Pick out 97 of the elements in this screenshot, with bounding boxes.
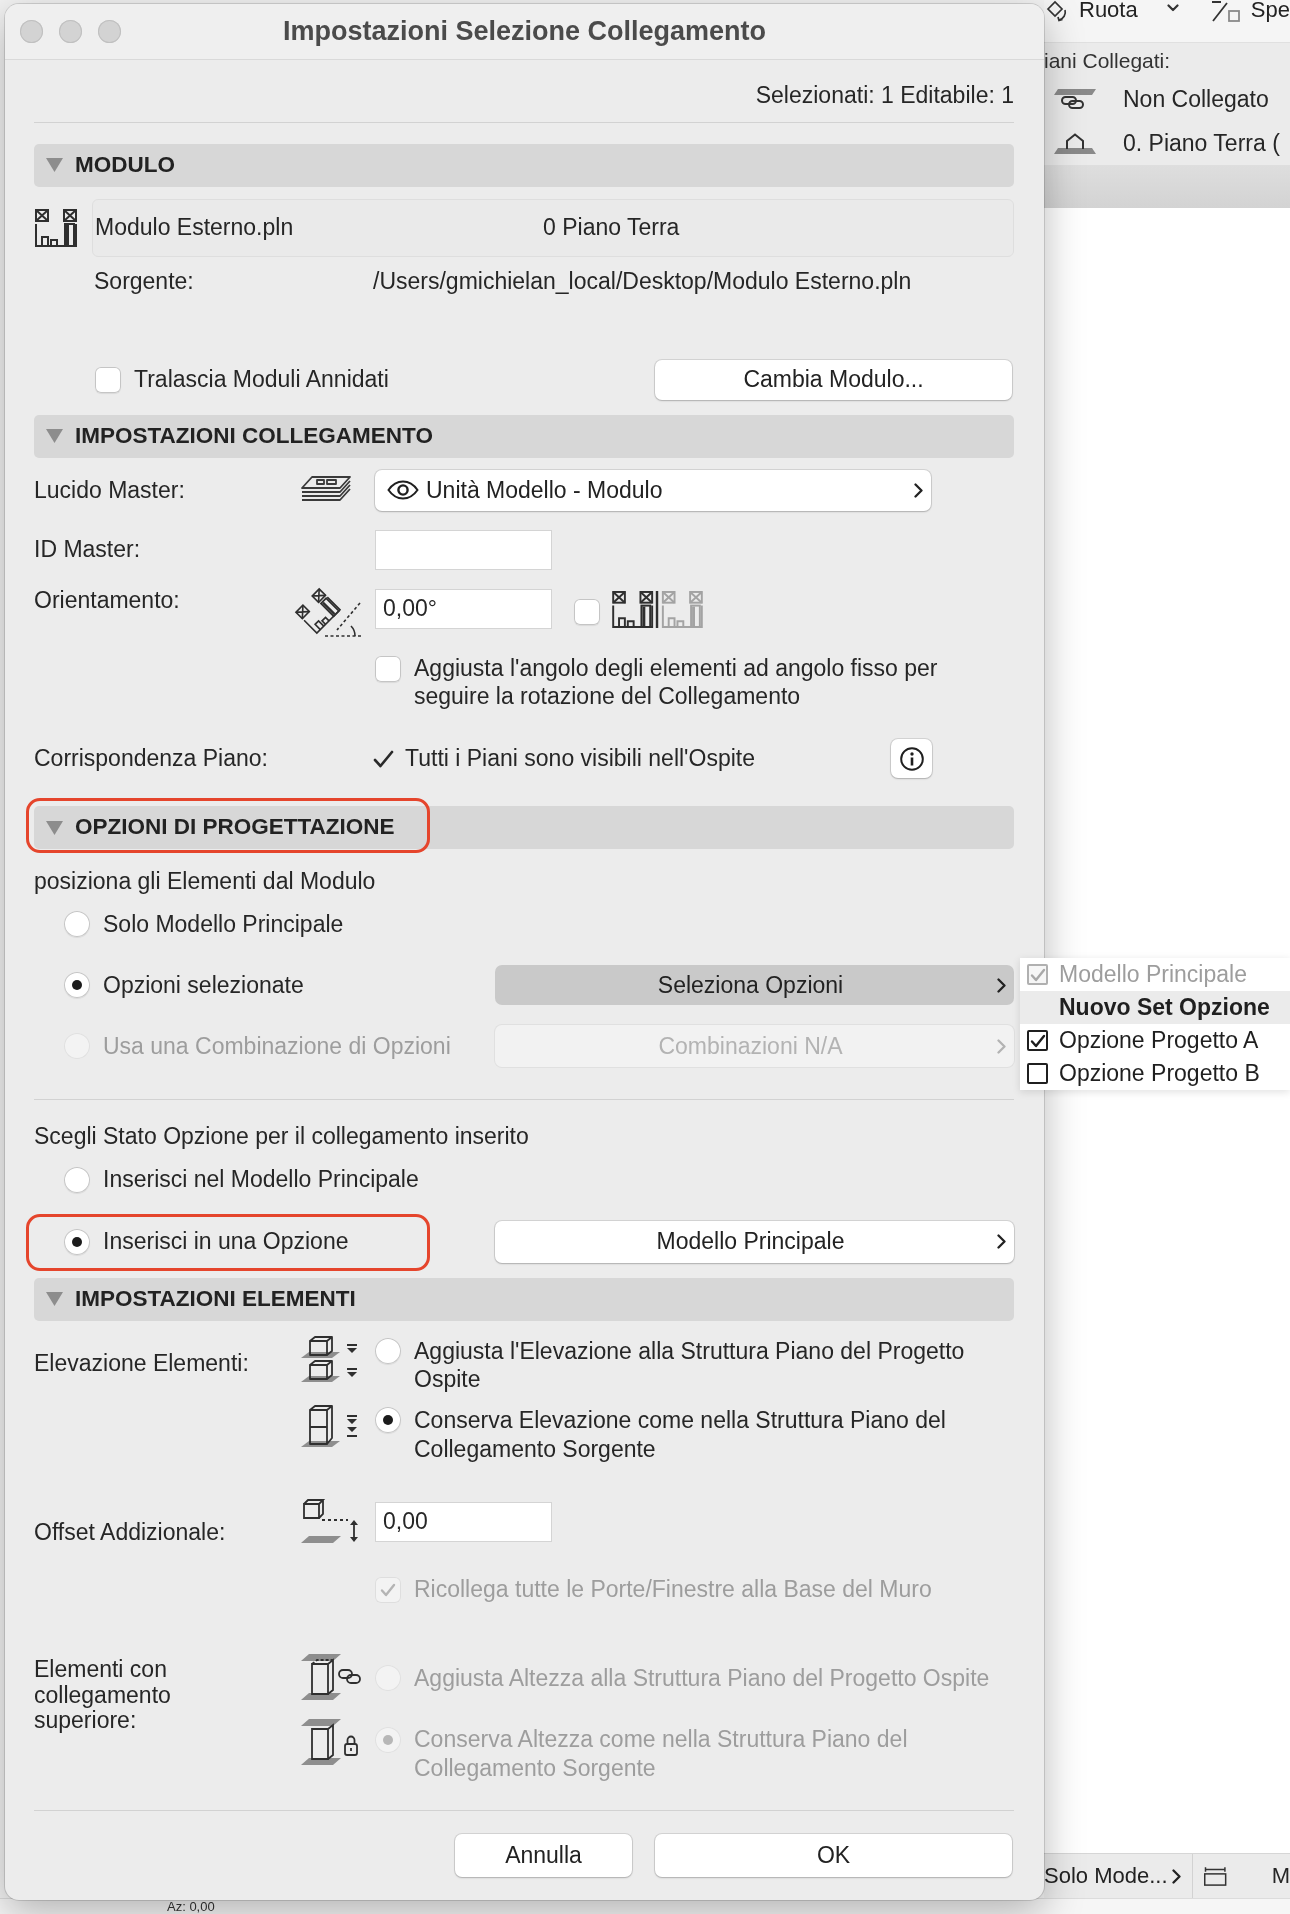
split-button[interactable]: Spe bbox=[1210, 0, 1290, 22]
section-header[interactable]: IMPOSTAZIONI ELEMENTI bbox=[34, 1277, 1014, 1321]
radio-button[interactable] bbox=[64, 1228, 90, 1255]
story-item[interactable]: Non Collegato bbox=[1123, 85, 1269, 115]
disclosure-triangle-icon[interactable] bbox=[46, 429, 63, 443]
section-header[interactable]: MODULO bbox=[34, 143, 1014, 187]
field-label: Sorgente: bbox=[94, 266, 195, 296]
field-label: Elevazione Elementi: bbox=[34, 1348, 250, 1378]
offset-field[interactable]: 0,00 bbox=[375, 1501, 552, 1542]
stacked-boxes-icon bbox=[300, 1404, 360, 1448]
rotation-angle-icon bbox=[293, 585, 363, 638]
field-label: Lucido Master: bbox=[34, 475, 186, 505]
field-label: Elementi con collegamento superiore: bbox=[34, 1655, 172, 1734]
split-icon bbox=[1210, 0, 1241, 22]
chevron-down-icon[interactable] bbox=[1166, 4, 1179, 12]
file-name: Modulo Esterno.pln bbox=[95, 213, 295, 243]
option-label: Aggiusta Altezza alla Struttura Piano del Progetto Ospite bbox=[414, 1664, 991, 1693]
stacked-boxes-icon bbox=[300, 1334, 360, 1383]
option-label: Usa una Combinazione di Opzioni bbox=[103, 1031, 451, 1061]
id-field[interactable] bbox=[375, 529, 552, 570]
section-title: IMPOSTAZIONI COLLEGAMENTO bbox=[75, 421, 433, 450]
disclosure-triangle-icon[interactable] bbox=[46, 820, 63, 835]
close-button[interactable] bbox=[20, 20, 43, 43]
layer-dropdown[interactable]: Unità Modello - Modulo bbox=[375, 469, 931, 511]
menu-item[interactable]: Opzione Progetto A bbox=[1020, 1024, 1290, 1057]
field-label: Corrispondenza Piano: bbox=[34, 744, 269, 773]
section-title: MODULO bbox=[75, 151, 175, 180]
cancel-button[interactable]: Annulla bbox=[455, 1833, 632, 1877]
radio-button[interactable] bbox=[64, 972, 90, 999]
minimize-button[interactable] bbox=[59, 20, 82, 43]
section-title: IMPOSTAZIONI ELEMENTI bbox=[75, 1284, 356, 1313]
option-label: Opzioni selezionate bbox=[103, 970, 304, 1000]
rotate-icon bbox=[1046, 0, 1068, 22]
options-dropdown[interactable]: Seleziona Opzioni bbox=[495, 965, 1014, 1006]
mirror-buildings-icon bbox=[611, 590, 704, 628]
radio-button[interactable] bbox=[64, 911, 90, 938]
info-button[interactable] bbox=[891, 739, 932, 778]
checkbox[interactable] bbox=[95, 366, 121, 393]
view-dropdown[interactable]: Solo Mode... bbox=[1044, 1862, 1181, 1890]
check-icon bbox=[373, 749, 394, 768]
group-label: Scegli Stato Opzione per il collegamento inserito bbox=[34, 1122, 529, 1149]
check-icon bbox=[380, 1582, 396, 1597]
check-icon bbox=[1029, 967, 1046, 982]
disclosure-triangle-icon[interactable] bbox=[46, 1292, 63, 1306]
story-item[interactable]: 0. Piano Terra ( bbox=[1123, 129, 1280, 159]
window-title: Impostazioni Selezione Collegamento bbox=[282, 15, 767, 48]
chevron-icon bbox=[997, 1234, 1006, 1249]
option-label: Aggiusta l'Elevazione alla Struttura Piano del Progetto Ospite bbox=[414, 1336, 966, 1394]
toolbar-label[interactable]: M bbox=[1271, 1862, 1290, 1890]
chevron-icon bbox=[914, 482, 923, 498]
option-label: Conserva Altezza come nella Struttura Piano del Collegamento Sorgente bbox=[414, 1725, 909, 1783]
chevron-icon bbox=[1171, 1868, 1181, 1884]
story-name: 0 Piano Terra bbox=[543, 213, 680, 243]
checkbox[interactable] bbox=[1027, 1030, 1048, 1051]
angle-field[interactable]: 0,00° bbox=[375, 588, 552, 629]
radio-button[interactable] bbox=[375, 1407, 401, 1433]
section-header[interactable]: IMPOSTAZIONI COLLEGAMENTO bbox=[34, 414, 1014, 458]
angle-readout: Az: 0,00 bbox=[167, 1899, 215, 1914]
section-header[interactable]: OPZIONI DI PROGETTAZIONE bbox=[34, 806, 1014, 849]
selection-count: Selezionati: 1 Editabile: 1 bbox=[755, 81, 1014, 110]
disclosure-triangle-icon[interactable] bbox=[46, 158, 63, 173]
checkbox[interactable] bbox=[375, 655, 401, 682]
column-link-icon bbox=[300, 1652, 362, 1701]
check-icon bbox=[1029, 1033, 1046, 1048]
chevron-icon bbox=[997, 1038, 1006, 1054]
file-path: /Users/gmichielan_local/Desktop/Modulo Esterno.pln bbox=[373, 266, 912, 296]
radio-button[interactable] bbox=[375, 1337, 401, 1364]
checkbox[interactable] bbox=[574, 598, 600, 625]
building-icon bbox=[35, 208, 77, 247]
maximize-button[interactable] bbox=[98, 20, 121, 43]
checkbox[interactable] bbox=[1027, 1063, 1048, 1084]
option-label: Inserisci in una Opzione bbox=[103, 1227, 349, 1256]
info-icon bbox=[899, 746, 924, 771]
menu-item[interactable]: Nuovo Set Opzione bbox=[1020, 991, 1290, 1024]
radio-button[interactable] bbox=[64, 1166, 90, 1193]
menu-item[interactable]: Opzione Progetto B bbox=[1020, 1057, 1290, 1090]
status-text: Tutti i Piani sono visibili nell'Ospite bbox=[405, 744, 755, 773]
checkbox-label: Ricollega tutte le Porte/Finestre alla Base del Muro bbox=[414, 1575, 932, 1604]
section-title: OPZIONI DI PROGETTAZIONE bbox=[75, 813, 395, 842]
field-label: ID Master: bbox=[34, 535, 142, 564]
option-label: Inserisci nel Modello Principale bbox=[103, 1165, 419, 1194]
chevron-icon bbox=[997, 977, 1006, 993]
rotate-button[interactable]: Ruota bbox=[1046, 0, 1138, 22]
ok-button[interactable]: OK bbox=[655, 1833, 1012, 1877]
checkbox-label: Aggiusta l'angolo degli elementi ad angolo fisso per seguire la rotazione del Collegamento bbox=[414, 653, 939, 711]
chain-link-icon bbox=[1052, 89, 1098, 111]
option-label: Solo Modello Principale bbox=[103, 909, 344, 939]
panel-heading: iani Collegati: bbox=[1044, 50, 1171, 72]
house-icon bbox=[1052, 133, 1098, 155]
change-module-button[interactable]: Cambia Modulo... bbox=[655, 359, 1012, 400]
eye-icon bbox=[387, 480, 419, 500]
field-label: Offset Addizionale: bbox=[34, 1517, 227, 1547]
field-label: Orientamento: bbox=[34, 585, 181, 615]
option-dropdown[interactable]: Modello Principale bbox=[495, 1220, 1014, 1263]
checkbox-label: Tralascia Moduli Annidati bbox=[134, 365, 389, 394]
group-label: posiziona gli Elementi dal Modulo bbox=[34, 868, 376, 894]
option-label: Conserva Elevazione come nella Struttura Piano del Collegamento Sorgente bbox=[414, 1406, 947, 1464]
